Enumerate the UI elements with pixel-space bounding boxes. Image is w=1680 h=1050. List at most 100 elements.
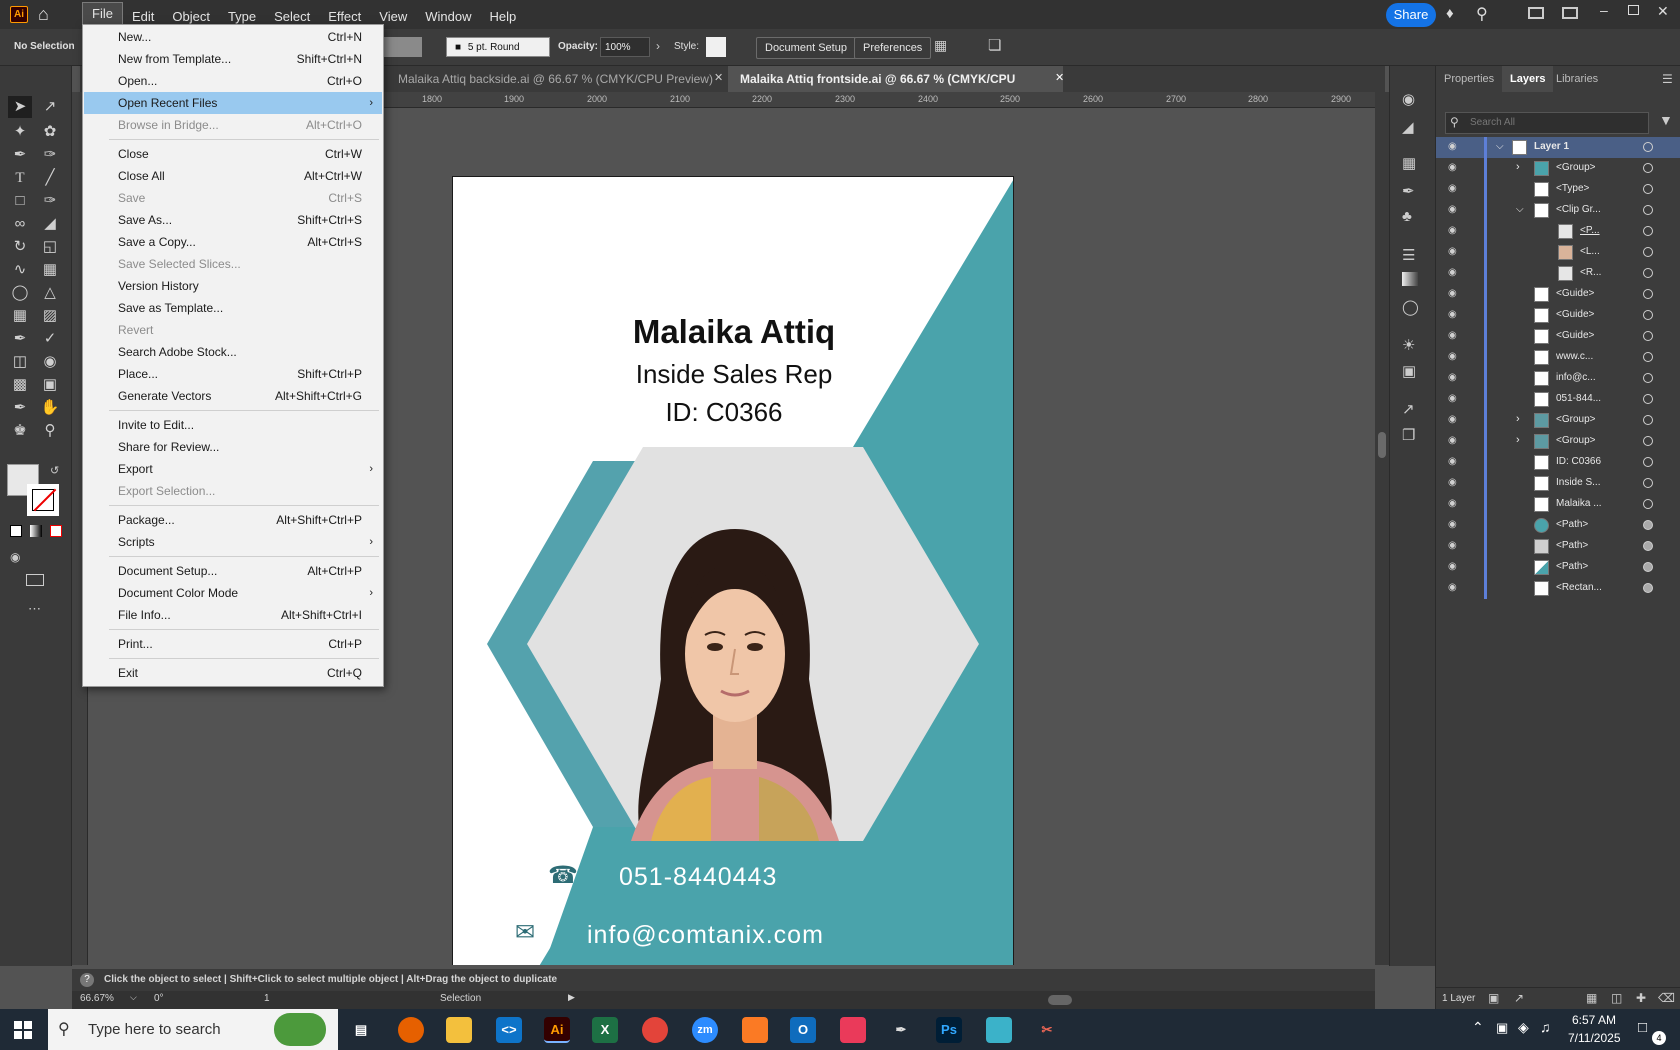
target-circle-icon[interactable] [1643,394,1653,404]
layer-row[interactable]: ◉ <Guide> [1436,305,1680,326]
none-mode-icon[interactable] [50,525,62,537]
visibility-eye-icon[interactable]: ◉ [1448,561,1462,572]
menu-item-open-recent[interactable]: Open Recent Files › [84,92,382,114]
layer-row[interactable]: ◉ <L... [1436,242,1680,263]
swatches-icon[interactable]: ▦ [1402,154,1416,172]
menu-item-close-all[interactable]: Close All Alt+Ctrl+W [84,165,382,187]
layer-row[interactable]: ◉ ⌵ Layer 1 [1436,137,1680,158]
workspace-icon[interactable] [1528,7,1544,19]
visibility-eye-icon[interactable]: ◉ [1448,309,1462,320]
menu-item-new-from-template[interactable]: New from Template... Shift+Ctrl+N [84,48,382,70]
scale-tool-icon[interactable]: ◱ [38,236,62,258]
target-circle-icon[interactable] [1643,499,1653,509]
tab-properties[interactable]: Properties [1444,66,1494,92]
layer-row[interactable]: ◉ › <Group> [1436,410,1680,431]
menu-file[interactable]: File [82,2,123,26]
visibility-eye-icon[interactable]: ◉ [1448,330,1462,341]
layer-row[interactable]: ◉ ⌵ <Clip Gr... [1436,200,1680,221]
target-circle-icon[interactable] [1643,457,1653,467]
zoom-tool-icon[interactable]: ⚲ [38,420,62,442]
target-circle-icon[interactable] [1643,562,1653,572]
visibility-eye-icon[interactable]: ◉ [1448,477,1462,488]
artboard-nav-input[interactable]: 1 [264,993,270,1004]
menu-item-save-slices[interactable]: Save Selected Slices... [84,253,382,275]
target-circle-icon[interactable] [1643,415,1653,425]
target-circle-icon[interactable] [1643,478,1653,488]
target-circle-icon[interactable] [1643,541,1653,551]
gradient-mode-icon[interactable] [30,525,42,537]
tab-layers[interactable]: Layers [1502,66,1554,92]
style-swatch[interactable] [706,37,726,57]
menu-item-save-as[interactable]: Save As... Shift+Ctrl+S [84,209,382,231]
layer-row[interactable]: ◉ <Guide> [1436,326,1680,347]
chevron-right-icon[interactable]: › [656,39,660,53]
column-graph-icon[interactable]: ▩ [8,374,32,396]
menu-item-place[interactable]: Place... Shift+Ctrl+P [84,363,382,385]
illustrator-taskbar-icon[interactable]: Ai [544,1017,570,1043]
layer-row[interactable]: ◉ Malaika ... [1436,494,1680,515]
preferences-button[interactable]: Preferences [854,37,932,59]
creative-cloud-icon[interactable] [840,1017,866,1043]
chrome-icon[interactable] [642,1017,668,1043]
slice-tool-icon[interactable]: ✒ [8,397,32,419]
color-guide-icon[interactable]: ◢ [1402,118,1414,136]
target-circle-icon[interactable] [1643,331,1653,341]
transparency-icon[interactable]: ◯ [1402,298,1419,316]
layer-row[interactable]: ◉ <Path> [1436,536,1680,557]
blend-tool-icon[interactable]: ◫ [8,351,32,373]
chevron-right-icon[interactable]: › [1516,161,1520,173]
visibility-eye-icon[interactable]: ◉ [1448,393,1462,404]
target-circle-icon[interactable] [1643,184,1653,194]
target-circle-icon[interactable] [1643,583,1653,593]
chevron-down-icon[interactable]: ⌵ [1516,204,1524,215]
free-transform-icon[interactable]: ▦ [38,259,62,281]
fill-swatch[interactable] [380,37,422,57]
layer-row[interactable]: ◉ <Path> [1436,515,1680,536]
taskbar-search-box[interactable]: ⚲ Type here to search [48,1009,338,1050]
panel-menu-icon[interactable]: ☰ [1662,72,1673,86]
home-icon[interactable]: ⌂ [38,4,49,25]
layer-row[interactable]: ◉ <Type> [1436,179,1680,200]
clipping-mask-icon[interactable]: ▦ [1586,991,1597,1005]
magic-wand-icon[interactable]: ✦ [8,121,32,143]
target-circle-icon[interactable] [1643,352,1653,362]
chevron-right-icon[interactable]: › [1516,413,1520,425]
gradient-tool-icon[interactable]: ▨ [38,305,62,327]
menu-item-save-template[interactable]: Save as Template... [84,297,382,319]
menu-item-exit[interactable]: Exit Ctrl+Q [84,662,382,684]
visibility-eye-icon[interactable]: ◉ [1448,372,1462,383]
network-icon[interactable]: ▣ [1496,1020,1508,1036]
lasso-icon[interactable]: ✿ [38,121,62,143]
app-hex-icon[interactable] [986,1017,1012,1043]
target-circle-icon[interactable] [1643,373,1653,383]
rotate-tool-icon[interactable]: ↻ [8,236,32,258]
pen-app-icon[interactable]: ✒ [888,1017,914,1043]
menu-item-generate-vectors[interactable]: Generate Vectors Alt+Shift+Ctrl+G [84,385,382,407]
layer-row[interactable]: ◉ <R... [1436,263,1680,284]
perspective-grid-icon[interactable]: △ [38,282,62,304]
menu-item-revert[interactable]: Revert [84,319,382,341]
menu-item-save[interactable]: Save Ctrl+S [84,187,382,209]
rectangle-tool-icon[interactable]: □ [8,190,32,212]
curvature-tool-icon[interactable]: ✑ [38,144,62,166]
visibility-eye-icon[interactable]: ◉ [1448,582,1462,593]
draw-mode-icon[interactable]: ◉ [10,550,20,564]
visibility-eye-icon[interactable]: ◉ [1448,141,1462,152]
layer-row[interactable]: ◉ › <Group> [1436,431,1680,452]
new-layer-icon[interactable]: ✚ [1636,991,1646,1005]
zoom-select[interactable]: 66.67% [80,993,114,1004]
visibility-eye-icon[interactable]: ◉ [1448,351,1462,362]
screen-mode-icon[interactable] [26,574,44,586]
menu-item-search-stock[interactable]: Search Adobe Stock... [84,341,382,363]
paintbrush-icon[interactable]: ✑ [38,190,62,212]
layer-row[interactable]: ◉ ID: C0366 [1436,452,1680,473]
tab-backside[interactable]: Malaika Attiq backside.ai @ 66.67 % (CMY… [386,66,725,92]
layer-row[interactable]: ◉ Inside S... [1436,473,1680,494]
swap-colors-icon[interactable]: ↺ [50,464,59,477]
excel-icon[interactable]: X [592,1017,618,1043]
visibility-eye-icon[interactable]: ◉ [1448,225,1462,236]
menu-item-document-setup[interactable]: Document Setup... Alt+Ctrl+P [84,560,382,582]
layer-row[interactable]: ◉ info@c... [1436,368,1680,389]
layer-row[interactable]: ◉ <Guide> [1436,284,1680,305]
eyedropper-icon[interactable]: ✒ [8,328,32,350]
